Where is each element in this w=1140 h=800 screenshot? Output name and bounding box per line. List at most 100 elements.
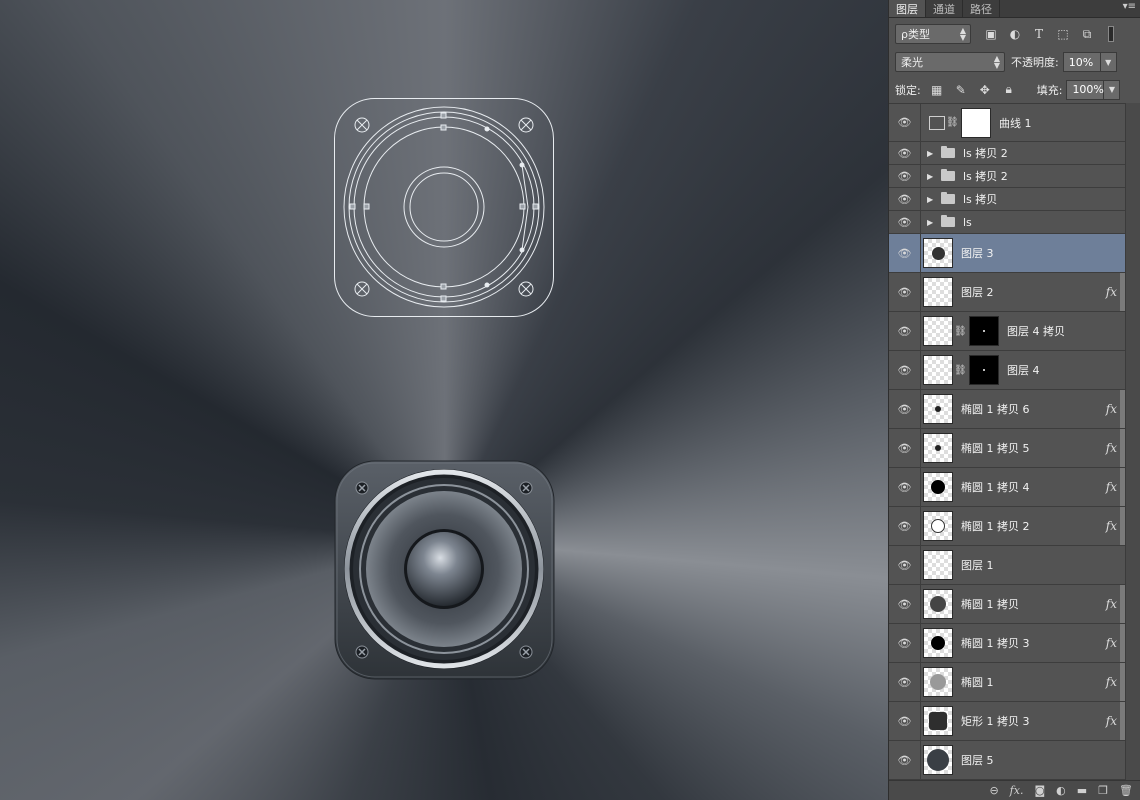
adjustment-layer-icon[interactable]: ◐ (1056, 784, 1066, 797)
visibility-eye-icon[interactable]: 👁︎ (889, 429, 921, 467)
visibility-eye-icon[interactable]: 👁︎ (889, 390, 921, 428)
layer-row[interactable]: 👁︎ 矩形 1 拷贝 3 fx (889, 702, 1125, 741)
layer-effects-icon[interactable]: fx (1106, 675, 1117, 689)
layer-name[interactable]: 图层 4 拷贝 (1007, 323, 1065, 339)
type-filter-icon[interactable]: T (1029, 25, 1049, 43)
visibility-eye-icon[interactable]: 👁︎ (889, 188, 921, 210)
layer-name[interactable]: ls (963, 216, 972, 229)
layer-thumbnail[interactable] (923, 511, 953, 541)
layer-effects-icon[interactable]: fx (1106, 597, 1117, 611)
filter-type-select[interactable]: ρ类型 ▲ ▼ (895, 24, 971, 44)
layer-name[interactable]: ls 拷贝 (963, 191, 997, 207)
visibility-eye-icon[interactable]: 👁︎ (889, 142, 921, 164)
layer-thumbnail[interactable] (923, 433, 953, 463)
layer-name[interactable]: 图层 4 (1007, 362, 1040, 378)
layer-effects-icon[interactable]: fx (1106, 714, 1117, 728)
layer-row[interactable]: 👁︎ 椭圆 1 拷贝 5 fx (889, 429, 1125, 468)
layer-row[interactable]: 👁︎ ▶ ls 拷贝 2 (889, 165, 1125, 188)
layer-effects-icon[interactable]: fx (1106, 441, 1117, 455)
fill-dropdown-icon[interactable]: ▼ (1104, 79, 1121, 100)
layer-name[interactable]: 图层 2 (961, 284, 994, 300)
layer-row[interactable]: 👁︎ 图层 5 (889, 741, 1125, 780)
visibility-eye-icon[interactable]: 👁︎ (889, 351, 921, 389)
fill-input[interactable]: 100% (1066, 79, 1105, 100)
layer-thumbnail[interactable] (923, 550, 953, 580)
layer-row[interactable]: 👁︎ ▶ ls 拷贝 2 (889, 142, 1125, 165)
layer-thumbnail[interactable] (923, 394, 953, 424)
layer-name[interactable]: 椭圆 1 拷贝 3 (961, 635, 1030, 651)
visibility-eye-icon[interactable]: 👁︎ (889, 741, 921, 779)
layer-mask-thumbnail[interactable] (961, 107, 991, 138)
layer-effects-icon[interactable]: fx (1106, 636, 1117, 650)
visibility-eye-icon[interactable]: 👁︎ (889, 104, 921, 141)
layer-row[interactable]: 👁︎ 椭圆 1 拷贝 3 fx (889, 624, 1125, 663)
visibility-eye-icon[interactable]: 👁︎ (889, 165, 921, 187)
visibility-eye-icon[interactable]: 👁︎ (889, 663, 921, 701)
visibility-eye-icon[interactable]: 👁︎ (889, 624, 921, 662)
layer-name[interactable]: 椭圆 1 拷贝 (961, 596, 1019, 612)
layer-name[interactable]: 椭圆 1 拷贝 2 (961, 518, 1030, 534)
shape-filter-icon[interactable]: ⬚ (1053, 25, 1073, 43)
layer-row[interactable]: 👁︎ 图层 2 fx (889, 273, 1125, 312)
layer-effects-icon[interactable]: fx (1106, 480, 1117, 494)
layer-thumbnail[interactable] (923, 745, 953, 775)
layer-name[interactable]: 椭圆 1 (961, 674, 994, 690)
lock-all-icon[interactable]: 🔒︎ (999, 81, 1019, 99)
panel-menu-icon[interactable]: ▾≡ (1123, 1, 1136, 12)
filter-toggle-icon[interactable] (1101, 25, 1121, 43)
layer-effects-icon[interactable]: fx (1106, 285, 1117, 299)
layer-thumbnail[interactable] (923, 706, 953, 736)
tab-paths[interactable]: 路径 (963, 0, 1000, 17)
layer-row[interactable]: 👁︎ 图层 1 (889, 546, 1125, 585)
layer-thumbnail[interactable] (923, 316, 953, 346)
layer-row[interactable]: 👁︎ 椭圆 1 fx (889, 663, 1125, 702)
layer-name[interactable]: 矩形 1 拷贝 3 (961, 713, 1030, 729)
opacity-dropdown-icon[interactable]: ▼ (1100, 52, 1117, 72)
blend-mode-select[interactable]: 柔光 ▲ ▼ (895, 52, 1005, 72)
layer-thumbnail[interactable] (923, 238, 953, 268)
layer-thumbnail[interactable] (923, 667, 953, 697)
layer-row[interactable]: 👁︎ 椭圆 1 拷贝 6 fx (889, 390, 1125, 429)
layer-thumbnail[interactable] (923, 589, 953, 619)
expand-triangle-icon[interactable]: ▶ (927, 172, 937, 181)
document-canvas[interactable] (0, 0, 888, 800)
layer-row[interactable]: 👁︎ ⛓ 曲线 1 (889, 104, 1125, 142)
visibility-eye-icon[interactable]: 👁︎ (889, 211, 921, 233)
lock-position-icon[interactable]: ✥ (975, 81, 995, 99)
visibility-eye-icon[interactable]: 👁︎ (889, 585, 921, 623)
layer-thumbnail[interactable] (923, 628, 953, 658)
layer-name[interactable]: ls 拷贝 2 (963, 168, 1008, 184)
layer-row[interactable]: 👁︎ 椭圆 1 拷贝 fx (889, 585, 1125, 624)
layer-mask-thumbnail[interactable] (969, 355, 999, 385)
layer-name[interactable]: 图层 5 (961, 752, 994, 768)
mask-link-icon[interactable]: ⛓ (946, 117, 959, 128)
lock-image-icon[interactable]: ✎ (951, 81, 971, 99)
layer-thumbnail[interactable] (923, 355, 953, 385)
layer-name[interactable]: 椭圆 1 拷贝 5 (961, 440, 1030, 456)
visibility-eye-icon[interactable]: 👁︎ (889, 507, 921, 545)
layer-name[interactable]: 椭圆 1 拷贝 4 (961, 479, 1030, 495)
layer-thumbnail[interactable] (923, 472, 953, 502)
image-filter-icon[interactable]: ▣ (981, 25, 1001, 43)
layer-name[interactable]: 图层 3 (961, 245, 994, 261)
layer-effects-icon[interactable]: fx (1106, 519, 1117, 533)
layer-row[interactable]: 👁︎ 椭圆 1 拷贝 2 fx (889, 507, 1125, 546)
layers-list[interactable]: 👁︎ ⛓ 曲线 1 👁︎ ▶ ls 拷贝 2 👁︎ ▶ ls 拷贝 2 👁︎ ▶ ls 拷贝 👁︎ ▶ ls… (889, 103, 1125, 780)
layer-row[interactable]: 👁︎ 图层 3 (889, 234, 1125, 273)
visibility-eye-icon[interactable]: 👁︎ (889, 546, 921, 584)
link-layers-icon[interactable]: ⊖ (989, 784, 998, 797)
visibility-eye-icon[interactable]: 👁︎ (889, 312, 921, 350)
expand-triangle-icon[interactable]: ▶ (927, 149, 937, 158)
layer-name[interactable]: 图层 1 (961, 557, 994, 573)
tab-layers[interactable]: 图层 (889, 0, 926, 17)
layer-row[interactable]: 👁︎ ▶ ls (889, 211, 1125, 234)
mask-link-icon[interactable]: ⛓ (954, 365, 967, 376)
visibility-eye-icon[interactable]: 👁︎ (889, 702, 921, 740)
tab-channels[interactable]: 通道 (926, 0, 963, 17)
layer-name[interactable]: ls 拷贝 2 (963, 145, 1008, 161)
layer-row[interactable]: 👁︎ 椭圆 1 拷贝 4 fx (889, 468, 1125, 507)
mask-link-icon[interactable]: ⛓ (954, 326, 967, 337)
delete-layer-icon[interactable]: 🗑︎ (1119, 784, 1133, 797)
layers-scrollbar[interactable] (1125, 103, 1140, 780)
expand-triangle-icon[interactable]: ▶ (927, 195, 937, 204)
